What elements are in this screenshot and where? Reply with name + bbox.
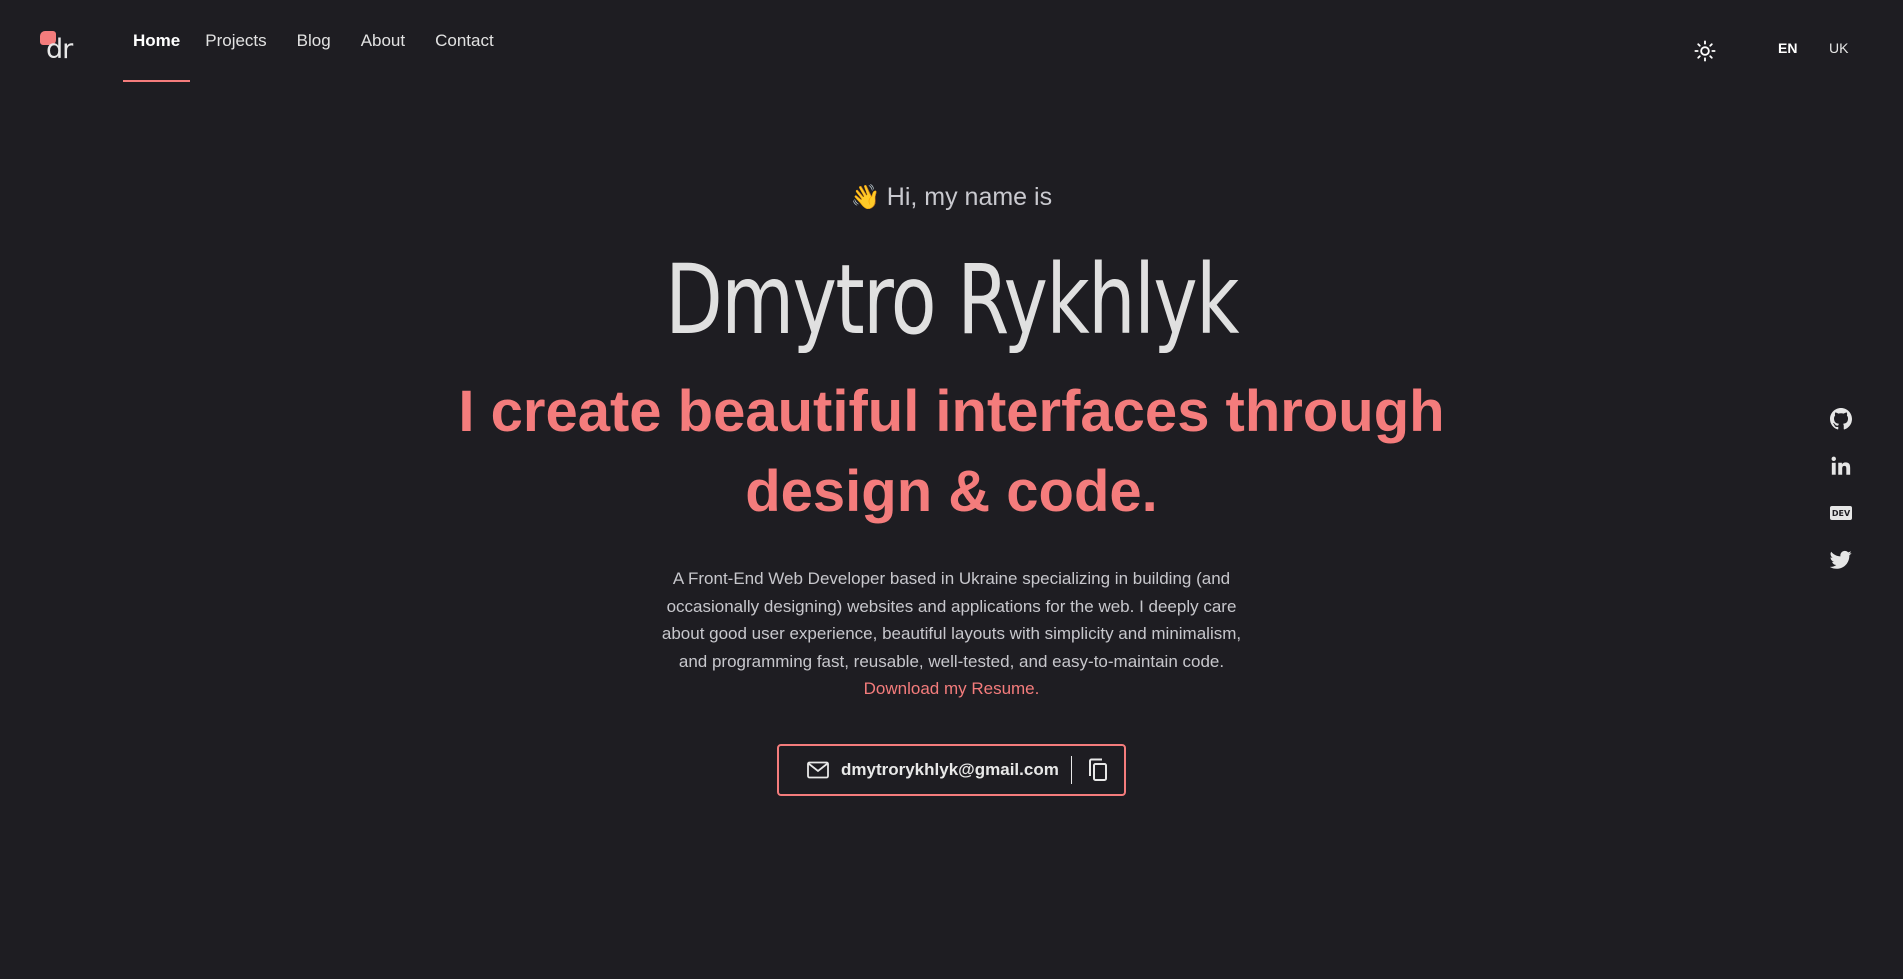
social-links: DEV xyxy=(1826,406,1856,594)
download-resume-link[interactable]: Download my Resume. xyxy=(651,675,1252,703)
sun-icon xyxy=(1694,40,1716,62)
nav-item-home[interactable]: Home xyxy=(123,0,191,82)
theme-toggle-button[interactable] xyxy=(1692,38,1718,64)
hero-tagline: I create beautiful interfaces through de… xyxy=(458,379,1445,524)
nav-item-about[interactable]: About xyxy=(346,0,420,82)
copy-icon[interactable] xyxy=(1086,758,1110,782)
email-address: dmytrorykhlyk@gmail.com xyxy=(841,760,1059,779)
github-icon xyxy=(1830,408,1852,430)
dev-icon: DEV xyxy=(1830,506,1852,520)
language-uk-button[interactable]: UK xyxy=(1829,40,1848,56)
nav-item-blog[interactable]: Blog xyxy=(282,0,346,82)
logo-text: dr xyxy=(46,34,73,65)
email-divider xyxy=(1070,756,1072,784)
intro-text: A Front-End Web Developer based in Ukrai… xyxy=(661,569,1242,671)
hero-name: Dmytro Rykhlyk xyxy=(665,244,1239,356)
mail-icon xyxy=(807,759,829,781)
greeting: 👋 Hi, my name is xyxy=(0,183,1903,212)
nav-item-contact[interactable]: Contact xyxy=(420,0,509,82)
linkedin-link[interactable] xyxy=(1828,453,1854,479)
linkedin-icon xyxy=(1831,456,1851,475)
waving-hand-icon: 👋 xyxy=(850,184,881,211)
language-en-button[interactable]: EN xyxy=(1778,40,1797,56)
site-logo[interactable]: dr xyxy=(38,30,78,64)
main-nav: Home Projects Blog About Contact xyxy=(123,0,509,82)
greeting-text: Hi, my name is xyxy=(886,183,1053,211)
site-header: dr Home Projects Blog About Contact EN U… xyxy=(0,0,1903,82)
github-link[interactable] xyxy=(1828,406,1854,432)
nav-item-projects[interactable]: Projects xyxy=(190,0,281,82)
twitter-link[interactable] xyxy=(1828,547,1854,573)
dev-link[interactable]: DEV xyxy=(1828,500,1854,526)
hero-intro: A Front-End Web Developer based in Ukrai… xyxy=(651,565,1252,703)
twitter-icon xyxy=(1830,550,1852,569)
email-copy-box[interactable]: dmytrorykhlyk@gmail.com xyxy=(777,744,1126,796)
